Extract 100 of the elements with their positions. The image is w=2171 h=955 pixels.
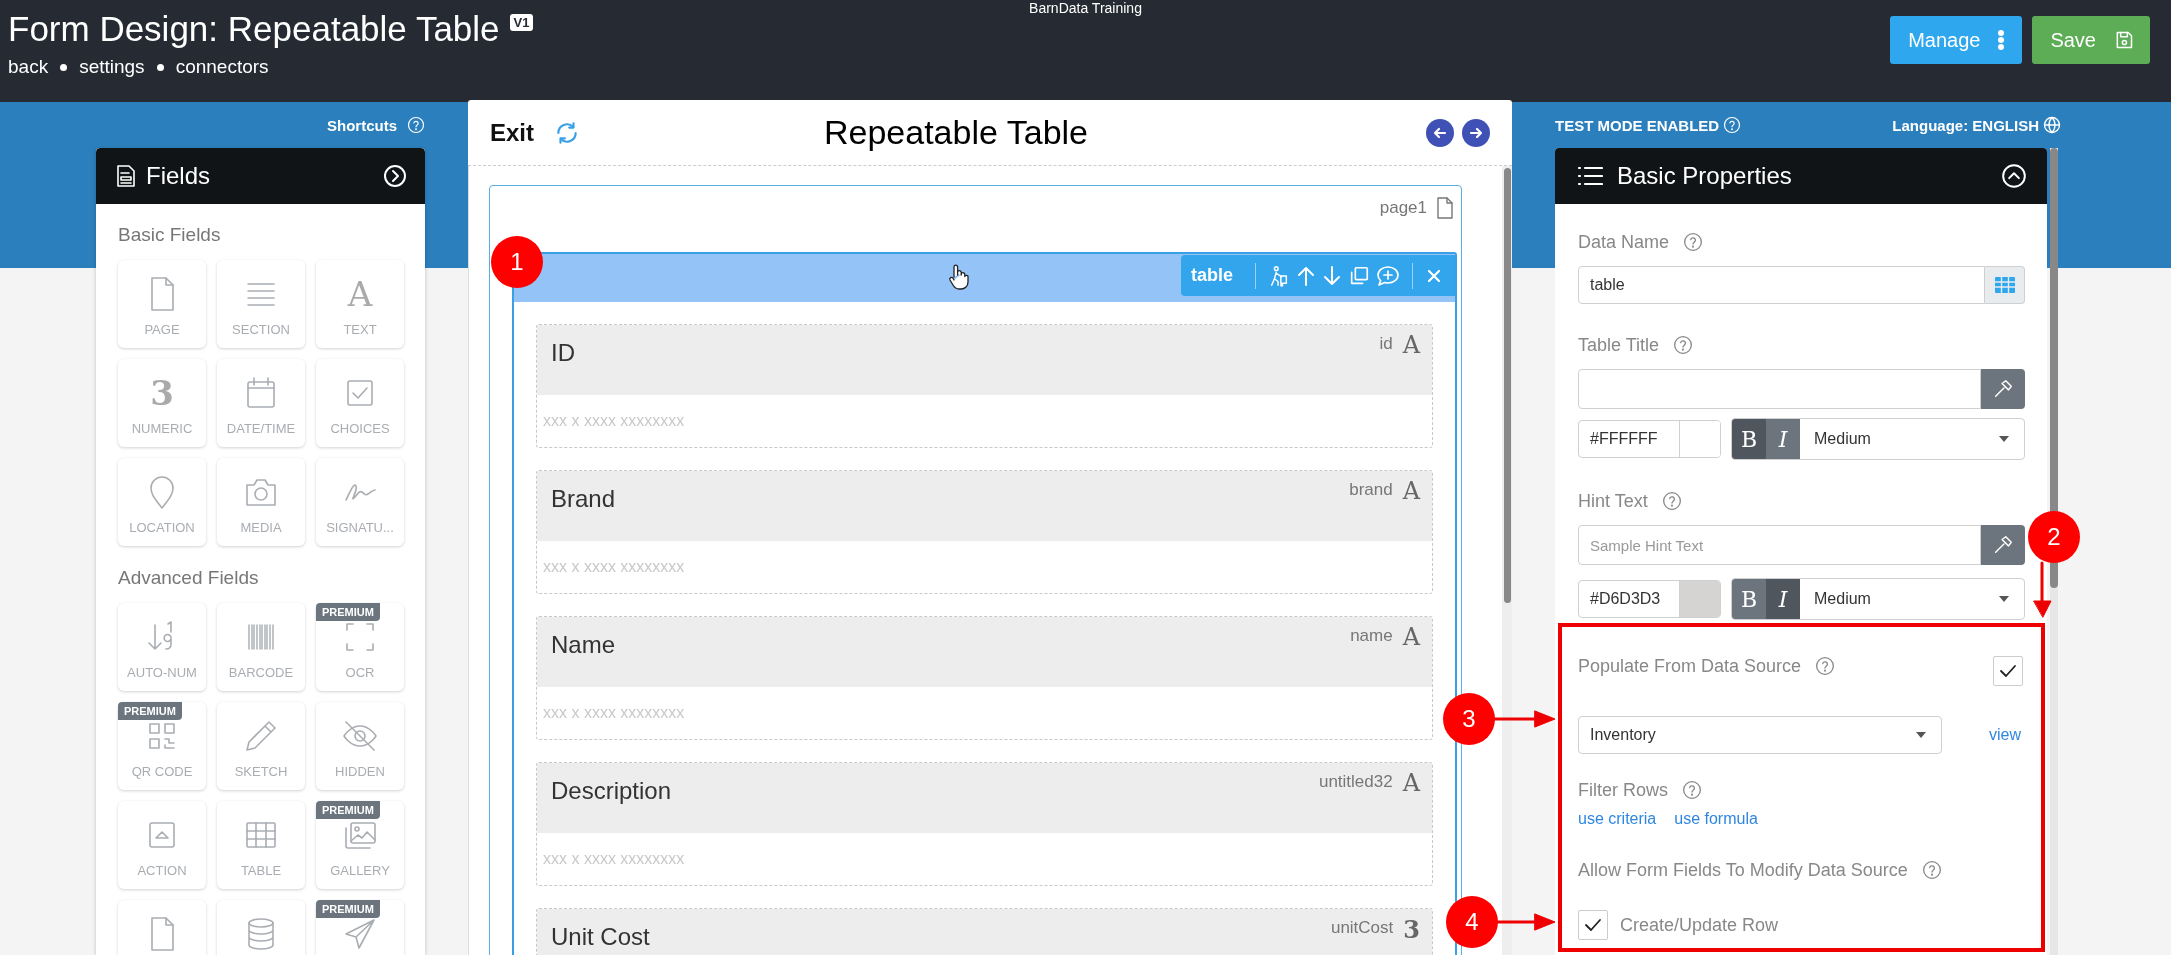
field-tile[interactable]: PREMIUM [316, 900, 404, 955]
color-swatch [1679, 421, 1720, 457]
property-label: Hint Text [1578, 490, 1648, 512]
property-label: Populate From Data Source [1578, 655, 1802, 677]
field-tile[interactable]: PREMIUM QR CODE [118, 702, 206, 790]
checkbox[interactable] [1993, 656, 2023, 686]
panel-title: Fields [146, 162, 212, 190]
type-glyph: A [1402, 769, 1420, 797]
exit-link[interactable]: Exit [490, 118, 534, 147]
checkbox[interactable] [1578, 910, 1608, 940]
kebab-menu-icon [1998, 30, 2005, 50]
color-swatch [1679, 581, 1720, 617]
premium-badge: PREMIUM [316, 603, 380, 621]
page-icon [1437, 196, 1453, 219]
color-field[interactable]: #FFFFFF [1578, 420, 1721, 458]
help-icon[interactable] [1921, 860, 1942, 880]
chevron-up-circle-icon[interactable] [2001, 163, 2027, 189]
property-label: Allow Form Fields To Modify Data Source [1578, 859, 1908, 881]
field-label: Brand [551, 485, 617, 513]
hammer-button[interactable] [1981, 525, 2025, 565]
nav-link[interactable]: settings [79, 56, 145, 78]
help-icon[interactable] [1661, 491, 1682, 511]
field-data-name: untitled32 [1318, 772, 1393, 792]
premium-badge: PREMIUM [118, 702, 182, 720]
refresh-icon[interactable] [554, 119, 580, 146]
separator-dot [156, 63, 164, 71]
nav-link[interactable]: back [8, 56, 49, 78]
test-mode-label: TEST MODE ENABLED [1555, 116, 1720, 134]
type-glyph: 3 [1403, 915, 1420, 944]
help-icon[interactable] [1682, 780, 1702, 800]
shortcuts-label: Shortcuts [327, 116, 397, 134]
language-label[interactable]: Language: ENGLISH [1892, 116, 2039, 134]
type-glyph: A [1402, 331, 1420, 359]
property-label: Data Name [1578, 231, 1670, 253]
next-button[interactable] [1462, 118, 1490, 147]
comment-plus-icon[interactable] [1376, 264, 1400, 287]
nav-link[interactable]: connectors [175, 56, 269, 78]
field-label: Description [551, 777, 673, 805]
group-heading: Basic Fields [118, 223, 222, 247]
arrow-up-icon[interactable] [1296, 264, 1316, 287]
field-label: Unit Cost [551, 923, 651, 951]
arrow-down-icon[interactable] [1322, 264, 1342, 287]
previous-button[interactable] [1426, 118, 1454, 147]
property-label: Table Title [1578, 334, 1660, 356]
checkbox-label: Create/Update Row [1620, 914, 1779, 936]
filter-link[interactable]: use criteria [1578, 810, 1657, 828]
type-glyph: A [1402, 623, 1420, 651]
field-data-name: unitCost [1330, 918, 1394, 938]
table-field-card[interactable]: Unit Cost unitCost 3 [536, 908, 1433, 955]
field-data-name: id [1379, 334, 1393, 354]
hint-text-field[interactable]: Sample Hint Text [1578, 525, 1981, 565]
separator-dot [60, 63, 68, 71]
premium-badge: PREMIUM [316, 801, 380, 819]
view-link[interactable]: view [1989, 726, 2021, 744]
field-data-name: name [1350, 626, 1393, 646]
panel-title: Basic Properties [1617, 162, 1793, 190]
help-icon[interactable] [1815, 656, 1836, 676]
checkmark-icon [1999, 662, 2017, 680]
app-name: BarnData Training [1029, 0, 1142, 18]
page-title: Form Design: Repeatable Table [8, 8, 500, 50]
globe-icon[interactable] [2043, 116, 2061, 134]
data-source-select[interactable]: Inventory [1578, 716, 1942, 754]
help-icon[interactable] [1683, 232, 1704, 252]
premium-badge: PREMIUM [316, 900, 380, 918]
form-document-icon [116, 164, 136, 188]
field-tile[interactable]: PREMIUM OCR [316, 603, 404, 691]
property-label: Filter Rows [1578, 779, 1668, 801]
hammer-button[interactable] [1981, 369, 2025, 409]
type-glyph: A [347, 274, 373, 314]
data-name-field[interactable]: table [1578, 266, 1985, 304]
help-icon[interactable] [1673, 335, 1694, 355]
list-icon [1577, 165, 1603, 187]
field-label: ID [551, 339, 576, 367]
color-field[interactable]: #D6D3D3 [1578, 580, 1721, 618]
manage-button[interactable]: Manage [1890, 16, 2023, 64]
form-title: Repeatable Table [823, 113, 1089, 152]
filter-link[interactable]: use formula [1674, 810, 1758, 828]
hand-cursor-icon [946, 264, 969, 290]
hammer-icon [1992, 534, 2014, 556]
save-button[interactable]: Save [2032, 16, 2150, 64]
scrollbar-thumb[interactable] [1503, 168, 1511, 603]
table-picker-button[interactable] [1985, 266, 2025, 304]
field-label: Name [551, 631, 617, 659]
grid-icon [1993, 276, 2016, 294]
page-name: page1 [1379, 197, 1427, 218]
type-glyph: 3 [150, 373, 174, 413]
hammer-icon [1992, 378, 2014, 400]
checkmark-icon [1584, 916, 1602, 934]
copy-icon[interactable] [1348, 264, 1370, 287]
table-title-field[interactable] [1578, 369, 1981, 409]
person-push-icon[interactable] [1268, 264, 1290, 287]
chevron-circle-icon[interactable] [383, 164, 407, 188]
scrollbar-thumb[interactable] [2050, 148, 2058, 588]
caret-down-icon [1915, 731, 1927, 739]
field-tile[interactable]: PREMIUM GALLERY [316, 801, 404, 889]
version-badge: V1 [509, 14, 534, 31]
group-heading: Advanced Fields [118, 566, 260, 590]
type-glyph: A [1402, 477, 1420, 505]
table-tag: table [1191, 265, 1243, 286]
field-data-name: brand [1349, 480, 1393, 500]
